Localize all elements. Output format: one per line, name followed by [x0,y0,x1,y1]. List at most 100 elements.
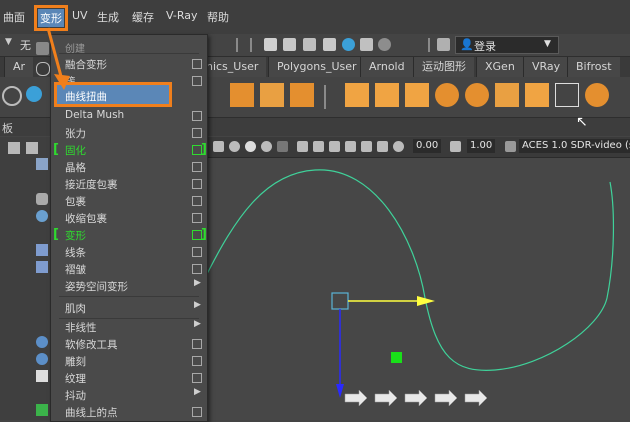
menu-item-muscle[interactable]: 肌肉 ▶ [51,299,207,316]
submenu-arrow-icon: ▶ [194,387,201,397]
menu-item-morph[interactable]: [ 变形 ] [51,226,207,243]
menu-vray[interactable]: V-Ray [166,9,198,22]
viewport[interactable] [205,158,630,420]
wrinkle-icon [36,261,48,273]
exposure-icon[interactable] [377,141,388,152]
tab-arnold[interactable]: Arnold [360,57,413,77]
grid-icon[interactable] [213,141,224,152]
render-settings-icon[interactable] [323,38,336,51]
menu-item-wrap[interactable]: 包裹 [51,192,207,209]
option-box-icon[interactable] [192,213,202,223]
sphere-icon[interactable] [435,83,459,107]
option-box-icon[interactable] [192,162,202,172]
colorspace-selector[interactable]: ACES 1.0 SDR-video (s [519,139,630,153]
render-frame-icon[interactable] [264,38,277,51]
xray-icon[interactable] [277,141,288,152]
bridge-icon[interactable] [290,83,314,107]
snap-icon[interactable] [437,38,450,51]
y-axis-arrow [336,384,344,398]
menu-item-lattice[interactable]: 晶格 [51,158,207,175]
tab-motion-graphics[interactable]: 运动图形 [413,57,474,77]
gamma-field[interactable]: 1.00 [467,139,496,153]
menu-help[interactable]: 帮助 [207,9,229,25]
select-tool-icon[interactable] [8,142,20,154]
option-box-icon[interactable] [192,407,202,417]
menu-item-wrinkle[interactable]: 褶皱 [51,260,207,277]
gate-icon[interactable] [345,141,356,152]
menu-item-wire[interactable]: 线条 [51,243,207,260]
nurbs-curve [205,169,615,371]
option-box-icon[interactable] [192,179,202,189]
plane-icon[interactable] [525,83,549,107]
menu-cache[interactable]: 缓存 [132,9,154,25]
option-box-icon[interactable] [192,59,202,69]
workspace-selector[interactable]: 无 [20,37,31,53]
viewport-canvas [205,169,615,407]
option-box-icon[interactable] [192,356,202,366]
menu-item-pose-space-deformation[interactable]: 姿势空间变形 ▶ [51,277,207,294]
gamma-toggle-icon[interactable] [450,141,461,152]
timeline-arrow [404,389,428,407]
login-dropdown[interactable]: 👤 登录 ▼ [455,36,559,54]
mesh-icon[interactable] [230,83,254,107]
menu-item-shrink-wrap[interactable]: 收缩包裹 [51,209,207,226]
option-box-icon[interactable] [192,247,202,257]
green-cv-point [391,352,402,363]
option-box-icon[interactable] [192,76,202,86]
wheel-icon[interactable] [465,83,489,107]
magnify-icon[interactable] [2,86,22,106]
shade-icon[interactable] [229,141,240,152]
safe-icon[interactable] [361,141,372,152]
exposure-field[interactable]: 0.00 [413,139,442,153]
menu-item-tension[interactable]: 张力 [51,124,207,141]
option-box-icon[interactable] [192,339,202,349]
extrude-icon[interactable] [345,83,369,107]
bracket-left-icon: [ [53,227,59,242]
layout-icon[interactable] [26,142,38,154]
menu-surfaces[interactable]: 曲面 [3,9,25,25]
menu-item-nonlinear[interactable]: 非线性 ▶ [51,318,207,335]
menu-generate[interactable]: 生成 [97,9,119,25]
bevel-icon[interactable] [375,83,399,107]
gamma-icon[interactable] [393,141,404,152]
globe-icon[interactable] [585,83,609,107]
menu-item-sculpt[interactable]: 雕刻 [51,352,207,369]
render-sequence-icon[interactable] [283,38,296,51]
resolution-icon[interactable] [329,141,340,152]
tab-polygons-user[interactable]: Polygons_User [268,57,365,77]
tab-bifrost[interactable]: Bifrost [567,57,620,77]
camera-icon[interactable] [313,141,324,152]
render-view-icon[interactable] [360,38,373,51]
isolate-icon[interactable] [297,141,308,152]
menu-item-solidify[interactable]: [ 固化 ] [51,141,207,158]
split-icon[interactable] [495,83,519,107]
ipr-render-icon[interactable] [303,38,316,51]
menu-item-texture[interactable]: 纹理 [51,369,207,386]
target-icon[interactable] [555,83,579,107]
divider [324,85,326,109]
submenu-arrow-icon: ▶ [194,319,201,329]
option-box-icon[interactable] [192,264,202,274]
mirror-icon[interactable] [260,83,284,107]
menu-item-delta-mush[interactable]: Delta Mush [51,107,207,124]
hypershade-icon[interactable] [342,38,355,51]
light-icon[interactable] [245,141,256,152]
option-box-icon[interactable] [192,128,202,138]
tab-vray[interactable]: VRay [523,57,569,77]
option-box-icon[interactable] [192,373,202,383]
menu-item-jiggle[interactable]: 抖动 ▶ [51,386,207,403]
cube-icon[interactable] [405,83,429,107]
option-box-icon[interactable] [192,196,202,206]
play-icon[interactable] [378,38,391,51]
chevron-down-icon[interactable]: ▼ [5,37,12,47]
tab-ar[interactable]: Ar [4,57,34,77]
login-label: 登录 [474,40,496,53]
menu-item-soft-modification[interactable]: 软修改工具 [51,335,207,352]
menu-item-proximity-wrap[interactable]: 接近度包裹 [51,175,207,192]
option-box-icon[interactable] [192,111,202,121]
colorspace-icon[interactable] [505,141,516,152]
menu-item-point-on-curve[interactable]: 曲线上的点 [51,403,207,420]
menu-uv[interactable]: UV [72,9,88,22]
shadow-icon[interactable] [261,141,272,152]
tab-xgen[interactable]: XGen [476,57,523,77]
